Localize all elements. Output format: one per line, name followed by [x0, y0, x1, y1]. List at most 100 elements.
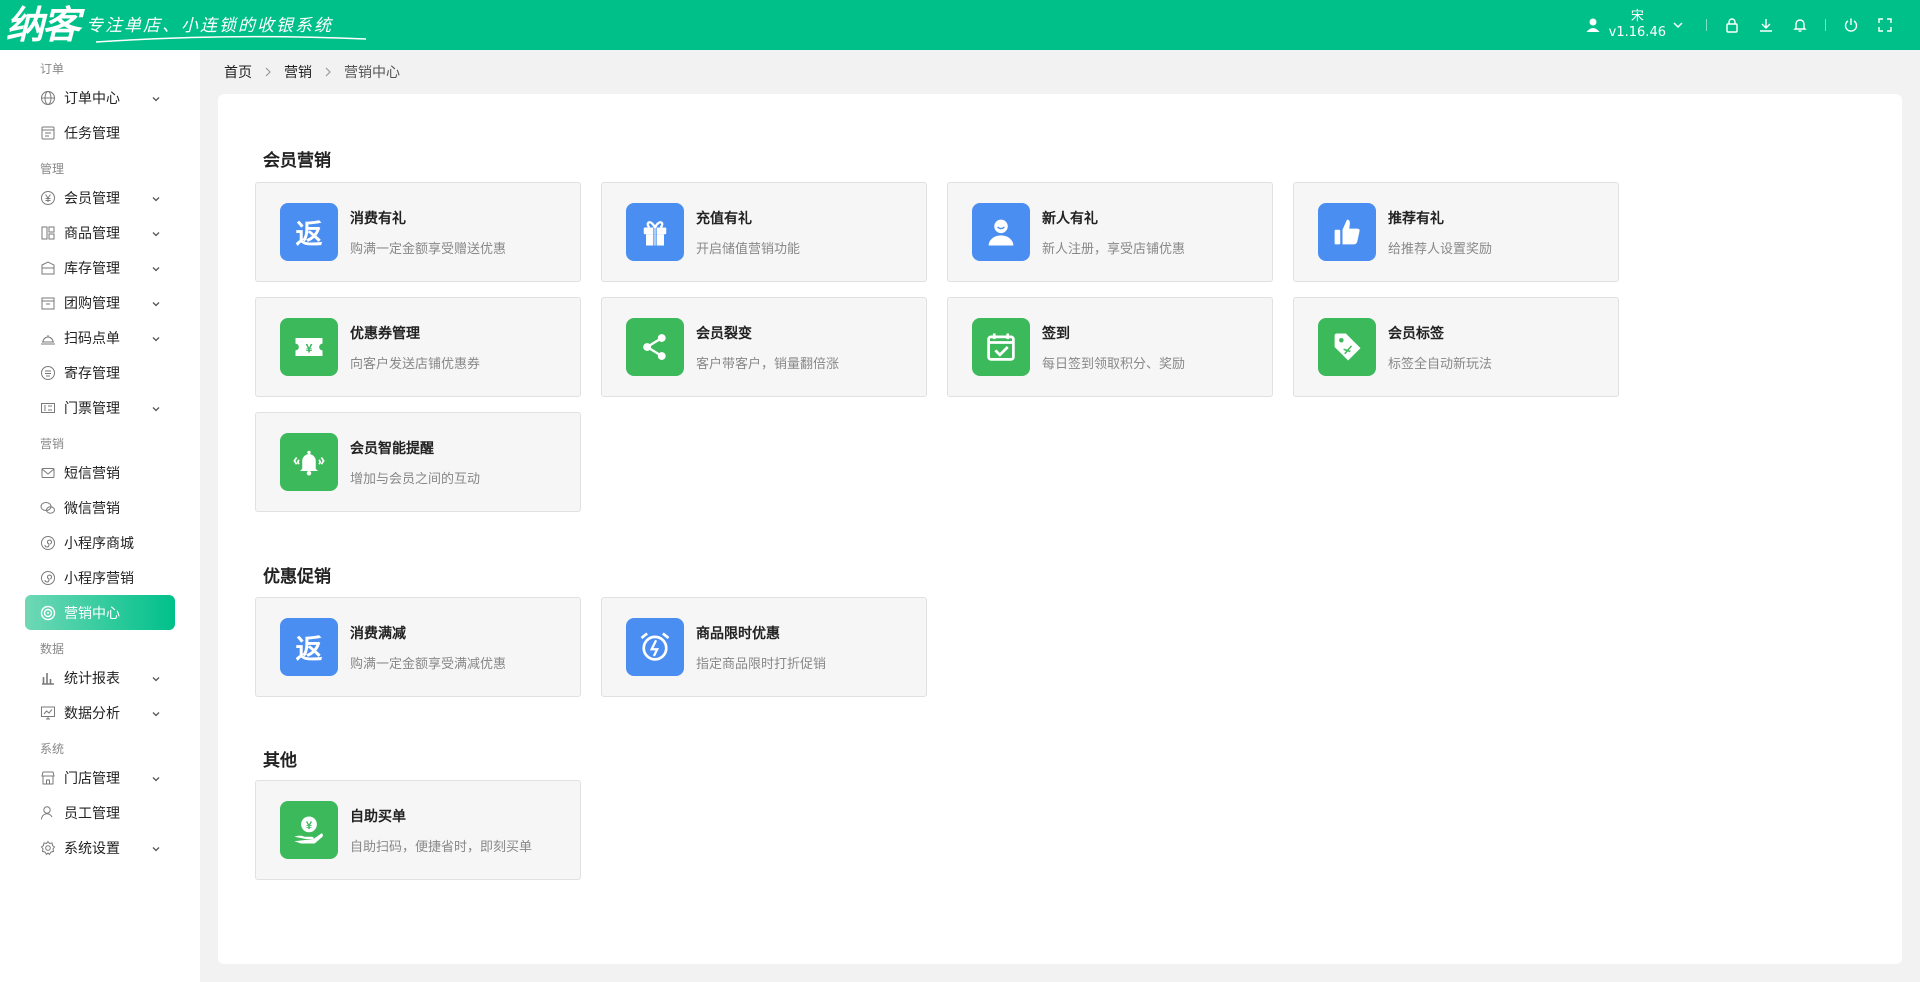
- sidebar-item-label: 商品管理: [64, 225, 120, 242]
- marketing-card[interactable]: 推荐有礼给推荐人设置奖励: [1293, 182, 1619, 282]
- fullscreen-icon[interactable]: [1876, 16, 1894, 34]
- sidebar-item-4-0[interactable]: 门店管理: [25, 760, 175, 795]
- card-description: 增加与会员之间的互动: [350, 471, 481, 487]
- sidebar-item-0-0[interactable]: 订单中心: [25, 80, 175, 115]
- hand-yuan-icon: ¥: [280, 801, 338, 859]
- sidebar-item-4-2[interactable]: 系统设置: [25, 830, 175, 865]
- power-icon[interactable]: [1842, 16, 1860, 34]
- breadcrumb-home[interactable]: 首页: [224, 62, 252, 82]
- logo-slogan: 专注单店、小连锁的收银系统: [86, 16, 334, 36]
- user-menu[interactable]: 宋 v1.16.46: [1585, 9, 1684, 41]
- lock-icon[interactable]: [1723, 16, 1741, 34]
- logo-swoosh-icon: [96, 35, 366, 43]
- card-title: 新人有礼: [1042, 210, 1098, 227]
- sidebar-item-2-3[interactable]: 小程序营销: [25, 560, 175, 595]
- sidebar-item-2-0[interactable]: 短信营销: [25, 455, 175, 490]
- sidebar-item-1-1[interactable]: 商品管理: [25, 215, 175, 250]
- sidebar-item-1-6[interactable]: 门票管理: [25, 390, 175, 425]
- sidebar-item-label: 库存管理: [64, 260, 120, 277]
- sidebar-item-label: 订单中心: [64, 90, 120, 107]
- sidebar-item-4-1[interactable]: 员工管理: [25, 795, 175, 830]
- bar-chart-icon: [40, 670, 56, 686]
- card-description: 给推荐人设置奖励: [1388, 241, 1493, 257]
- card-title: 推荐有礼: [1388, 210, 1444, 227]
- marketing-card[interactable]: ¥ 自助买单 自助扫码，便捷省时，即刻买单: [255, 780, 581, 880]
- chevron-down-icon: [151, 192, 161, 202]
- app-version: v1.16.46: [1608, 25, 1666, 40]
- card-description: 新人注册，享受店铺优惠: [1042, 241, 1186, 257]
- ringing-bell-icon: [280, 433, 338, 491]
- chevron-down-icon: [1673, 22, 1683, 29]
- tag-icon: [1318, 318, 1376, 376]
- chevron-down-icon: [151, 92, 161, 102]
- marketing-card[interactable]: 签到 每日签到领取积分、奖励: [947, 297, 1273, 397]
- marketing-card[interactable]: 会员智能提醒增加与会员之间的互动: [255, 412, 581, 512]
- marketing-card[interactable]: 会员裂变 客户带客户，销量翻倍涨: [601, 297, 927, 397]
- section-title: 会员营销: [263, 151, 331, 171]
- return-icon: 返: [280, 618, 338, 676]
- marketing-card[interactable]: ¥ 优惠券管理 向客户发送店铺优惠券: [255, 297, 581, 397]
- card-description: 标签全自动新玩法: [1388, 356, 1493, 372]
- sidebar-group-label: 营销: [40, 437, 65, 451]
- globe-icon: [40, 90, 56, 106]
- calendar-check-icon: [972, 318, 1030, 376]
- download-icon[interactable]: [1757, 16, 1775, 34]
- marketing-card[interactable]: 返 消费满减 购满一定金额享受满减优惠: [255, 597, 581, 697]
- sidebar-item-label: 门票管理: [64, 400, 120, 417]
- sidebar-item-label: 系统设置: [64, 840, 120, 857]
- card-title: 消费有礼: [350, 210, 406, 227]
- sidebar-item-label: 小程序营销: [64, 570, 134, 587]
- card-title: 会员标签: [1388, 325, 1444, 342]
- share-icon: [626, 318, 684, 376]
- sidebar: 订单 订单中心 任务管理 管理 会员管理 商品管理 库存管理 团购管理 扫码点单 寄存管理 门票管理…: [0, 50, 200, 982]
- card-description: 开启储值营销功能: [696, 241, 801, 257]
- sidebar-item-label: 团购管理: [64, 295, 120, 312]
- sidebar-item-3-1[interactable]: 数据分析: [25, 695, 175, 730]
- card-description: 向客户发送店铺优惠券: [350, 356, 481, 372]
- marketing-card[interactable]: 新人有礼新人注册，享受店铺优惠: [947, 182, 1273, 282]
- mail-icon: [40, 465, 56, 481]
- sidebar-item-1-3[interactable]: 团购管理: [25, 285, 175, 320]
- sidebar-item-label: 小程序商城: [64, 535, 134, 552]
- sidebar-item-0-1[interactable]: 任务管理: [25, 115, 175, 150]
- sidebar-item-2-1[interactable]: 微信营销: [25, 490, 175, 525]
- sidebar-item-3-0[interactable]: 统计报表: [25, 660, 175, 695]
- return-icon: 返: [280, 203, 338, 261]
- main-panel: 会员营销返消费有礼 购满一定金额享受赠送优惠 充值有礼 开启储值营销功能 新人有礼 新人注…: [218, 94, 1902, 964]
- sidebar-item-label: 微信营销: [64, 500, 120, 517]
- card-title: 会员智能提醒: [350, 440, 434, 457]
- svg-text:¥: ¥: [306, 820, 313, 832]
- sidebar-item-1-2[interactable]: 库存管理: [25, 250, 175, 285]
- card-description: 指定商品限时打折促销: [696, 656, 827, 672]
- card-title: 消费满减: [350, 625, 406, 642]
- breadcrumb-marketing[interactable]: 营销: [284, 62, 312, 82]
- sidebar-group-label: 管理: [40, 162, 65, 176]
- sidebar-item-1-4[interactable]: 扫码点单: [25, 320, 175, 355]
- marketing-card[interactable]: 返 消费有礼 购满一定金额享受赠送优惠: [255, 182, 581, 282]
- logo: 纳客 专注单店、小连锁的收银系统: [0, 0, 366, 50]
- marketing-card[interactable]: 充值有礼 开启储值营销功能: [601, 182, 927, 282]
- marketing-card[interactable]: 会员标签标签全自动新玩法: [1293, 297, 1619, 397]
- section-title: 其他: [263, 751, 297, 771]
- alarm-clock-icon: [626, 618, 684, 676]
- marketing-card[interactable]: 商品限时优惠 指定商品限时打折促销: [601, 597, 927, 697]
- goods-icon: [40, 225, 56, 241]
- sidebar-item-label: 员工管理: [64, 805, 120, 822]
- sidebar-item-label: 短信营销: [64, 465, 120, 482]
- separator: [1825, 19, 1826, 31]
- target-icon: [40, 605, 56, 621]
- sidebar-item-2-2[interactable]: 小程序商城: [25, 525, 175, 560]
- card-title: 会员裂变: [696, 325, 752, 342]
- sidebar-item-1-0[interactable]: 会员管理: [25, 180, 175, 215]
- sidebar-item-2-4[interactable]: 营销中心: [25, 595, 175, 630]
- svg-text:返: 返: [296, 634, 323, 664]
- sidebar-item-1-5[interactable]: 寄存管理: [25, 355, 175, 390]
- top-right-toolbar: 宋 v1.16.46: [1585, 0, 1902, 50]
- notification-bell-icon[interactable]: [1791, 16, 1809, 34]
- bell-dish-icon: [40, 330, 56, 346]
- chevron-down-icon: [151, 332, 161, 342]
- card-title: 签到: [1042, 325, 1070, 342]
- svg-text:返: 返: [296, 219, 323, 249]
- logo-text: 纳客: [6, 2, 80, 47]
- miniprogram-icon: [40, 535, 56, 551]
